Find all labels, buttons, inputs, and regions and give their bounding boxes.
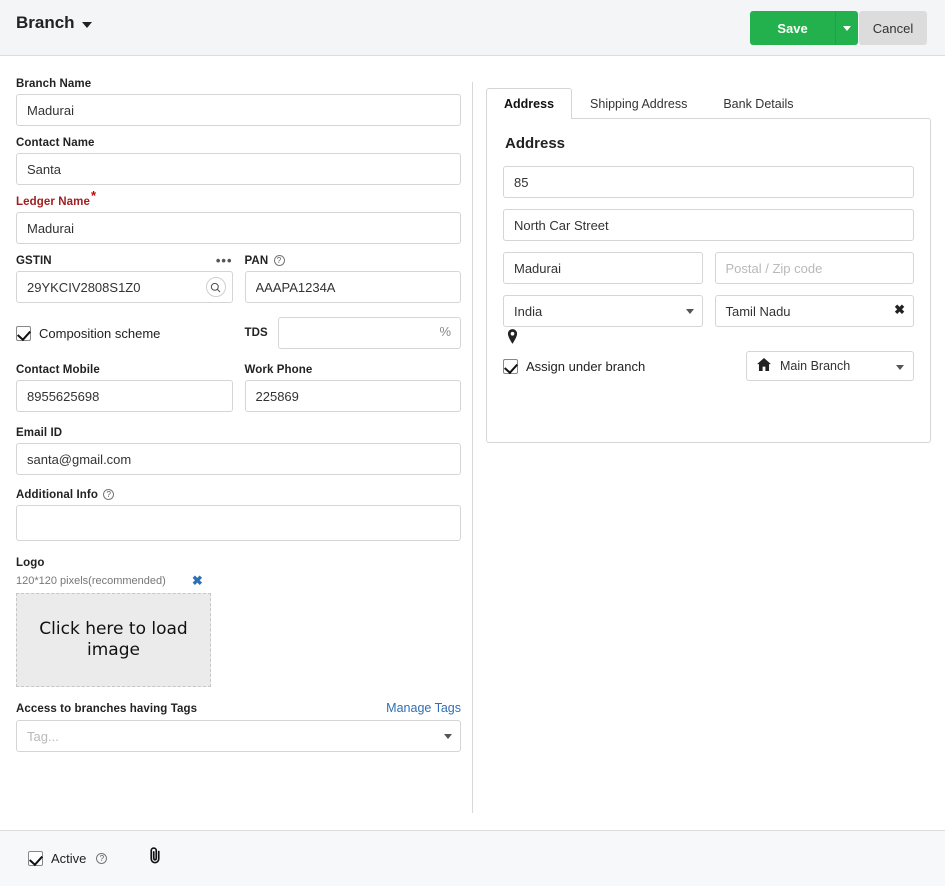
city-input[interactable] (503, 252, 703, 284)
composition-scheme-label: Composition scheme (39, 325, 161, 341)
assign-under-branch-label: Assign under branch (526, 358, 646, 374)
chevron-down-icon (444, 734, 452, 739)
email-label: Email ID (16, 427, 63, 439)
additional-info-label-text: Additional Info (16, 489, 98, 501)
branch-name-field: Branch Name (16, 78, 461, 126)
logo-hint: 120*120 pixels(recommended) (16, 575, 166, 587)
logo-upload-dropzone[interactable]: Click here to load image (16, 593, 211, 687)
required-asterisk: * (90, 188, 97, 204)
tab-address[interactable]: Address (486, 88, 573, 119)
page-title-text: Branch (16, 13, 75, 32)
composition-tds-row: Composition scheme TDS % (16, 317, 461, 349)
chevron-down-icon (896, 365, 904, 370)
state-value: Tamil Nadu (725, 303, 791, 319)
active-field: Active ? (28, 851, 108, 866)
address-panel-title: Address (505, 135, 566, 152)
logo-placeholder-text: Click here to load image (39, 618, 188, 660)
cancel-button[interactable]: Cancel (859, 11, 927, 45)
contact-name-label: Contact Name (16, 137, 95, 149)
gstin-pan-row: GSTIN ••• PAN ? (16, 254, 462, 303)
close-x-icon[interactable]: ✖ (192, 573, 203, 589)
address-line2-input[interactable] (503, 209, 914, 241)
help-icon[interactable]: ? (96, 853, 108, 864)
contact-name-input[interactable] (16, 153, 461, 185)
address-tabs: Address Shipping Address Bank Details (486, 88, 931, 119)
contact-name-field: Contact Name (16, 137, 461, 185)
active-checkbox[interactable] (28, 851, 43, 866)
country-select[interactable]: India (503, 295, 703, 327)
email-input[interactable] (16, 443, 461, 475)
address-panel-wrapper: Address Shipping Address Bank Details Ad… (486, 88, 931, 443)
work-phone-input[interactable] (244, 380, 461, 412)
branch-name-label: Branch Name (16, 78, 92, 90)
logo-field: Logo 120*120 pixels(recommended) ✖ Click… (16, 557, 461, 687)
help-icon[interactable]: ? (273, 255, 285, 267)
chevron-down-icon (843, 25, 851, 31)
tab-shipping-address[interactable]: Shipping Address (572, 88, 705, 119)
composition-scheme-field: Composition scheme (16, 325, 233, 341)
address-line1-input[interactable] (503, 166, 914, 198)
tds-label: TDS (244, 327, 268, 339)
pan-label: PAN ? (245, 255, 462, 267)
work-phone-field: Work Phone (244, 364, 461, 412)
tags-field: Access to branches having Tags Manage Ta… (16, 701, 461, 752)
additional-info-textarea[interactable] (16, 505, 461, 541)
email-field: Email ID (16, 427, 461, 475)
branch-form-left: Branch Name Contact Name Ledger Name* GS… (16, 78, 461, 763)
postal-code-input[interactable] (714, 252, 914, 284)
pan-field: PAN ? (244, 255, 462, 303)
save-button[interactable]: Save (750, 11, 835, 45)
pan-label-text: PAN (244, 255, 269, 267)
chevron-down-icon[interactable] (81, 22, 92, 28)
top-toolbar: Branch Save Cancel (0, 0, 945, 56)
additional-info-label: Additional Info ? (16, 489, 461, 501)
branch-name-input[interactable] (16, 94, 461, 126)
percent-suffix: % (439, 324, 451, 339)
tags-placeholder: Tag... (27, 728, 59, 744)
composition-scheme-checkbox[interactable] (16, 325, 31, 341)
tds-field: TDS % (244, 317, 461, 349)
branch-select-value: Main Branch (780, 359, 851, 373)
ledger-name-field: Ledger Name* (16, 189, 461, 244)
address-panel: Address India Tamil Nadu ✖ (486, 118, 931, 443)
contact-mobile-field: Contact Mobile (16, 364, 233, 412)
tab-bank-details[interactable]: Bank Details (705, 88, 811, 119)
manage-tags-link[interactable]: Manage Tags (386, 701, 461, 715)
ellipsis-icon[interactable]: ••• (216, 254, 233, 267)
chevron-down-icon (685, 309, 694, 314)
home-icon (757, 358, 771, 374)
close-x-icon[interactable]: ✖ (894, 302, 905, 318)
ledger-name-label: Ledger Name* (16, 189, 461, 208)
additional-info-field: Additional Info ? (16, 489, 461, 546)
phone-row: Contact Mobile Work Phone (16, 364, 461, 412)
logo-label: Logo (16, 557, 45, 569)
work-phone-label: Work Phone (244, 364, 313, 376)
gstin-input[interactable] (16, 271, 233, 303)
help-icon[interactable]: ? (103, 489, 115, 501)
country-value: India (514, 303, 543, 319)
gstin-label: GSTIN ••• (16, 254, 233, 267)
branch-select[interactable]: Main Branch (746, 351, 914, 381)
column-divider (472, 82, 473, 813)
search-icon[interactable] (205, 277, 226, 297)
ledger-name-input[interactable] (16, 212, 461, 244)
paperclip-icon[interactable] (145, 846, 165, 871)
tags-label: Access to branches having Tags (16, 703, 198, 715)
assign-under-branch-checkbox[interactable] (503, 358, 518, 374)
gstin-field: GSTIN ••• (16, 254, 233, 303)
contact-mobile-label: Contact Mobile (16, 364, 100, 376)
pan-input[interactable] (244, 271, 461, 303)
assign-under-branch-row: Assign under branch Main Branch (503, 351, 914, 381)
ledger-name-label-text: Ledger Name (16, 196, 90, 208)
bottom-bar: Active ? (0, 830, 945, 886)
contact-mobile-input[interactable] (16, 380, 233, 412)
active-label: Active (51, 851, 87, 866)
map-pin-icon[interactable] (507, 329, 914, 349)
tds-input[interactable] (277, 317, 461, 349)
tags-select[interactable]: Tag... (16, 720, 461, 752)
save-dropdown-button[interactable] (835, 11, 858, 45)
page-title[interactable]: Branch (16, 13, 92, 33)
state-select[interactable]: Tamil Nadu (714, 295, 914, 327)
gstin-label-text: GSTIN (16, 255, 52, 267)
